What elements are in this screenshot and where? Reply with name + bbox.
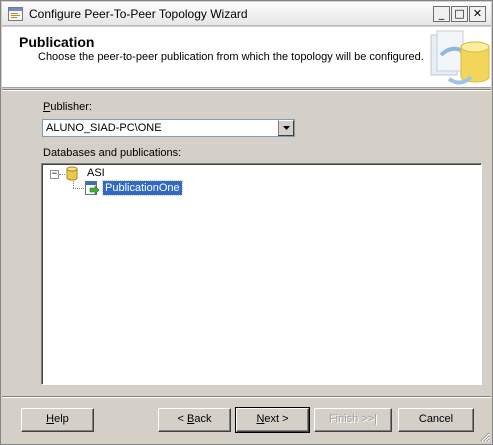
tree-item-database[interactable]: ASI (87, 167, 105, 179)
tree-item-publication[interactable]: PublicationOne (102, 180, 183, 196)
page-subtitle: Choose the peer-to-peer publication from… (38, 51, 424, 63)
databases-label: Databases and publications: (43, 147, 182, 159)
cancel-button[interactable]: Cancel (398, 408, 474, 432)
minimize-button[interactable]: _ (433, 6, 450, 22)
publisher-label: Publisher: (43, 101, 92, 113)
resize-grip-icon[interactable] (478, 430, 490, 442)
window-title: Configure Peer-To-Peer Topology Wizard (29, 7, 248, 21)
tree-connector (59, 174, 65, 175)
title-bar[interactable]: Configure Peer-To-Peer Topology Wizard _… (2, 2, 491, 26)
databases-tree[interactable]: − ASI PublicationOne (41, 163, 482, 385)
tree-connector (73, 188, 84, 189)
publisher-label-text: Publisher: (43, 101, 92, 113)
database-icon (66, 166, 78, 181)
page-title: Publication (19, 34, 95, 50)
help-button[interactable]: Help (21, 408, 94, 432)
wizard-app-icon (8, 7, 23, 21)
close-button[interactable]: ✕ (469, 6, 486, 22)
header-banner: Publication Choose the peer-to-peer publ… (2, 27, 491, 88)
finish-button: Finish >>| (314, 408, 392, 432)
wizard-window: Configure Peer-To-Peer Topology Wizard _… (0, 0, 493, 445)
publisher-dropdown[interactable]: ALUNO_SIAD-PC\ONE (42, 119, 295, 137)
banner-database-icon (429, 29, 491, 87)
banner-divider (2, 89, 491, 91)
publication-icon (84, 180, 100, 196)
next-button[interactable]: Next > (235, 407, 310, 433)
tree-connector (73, 181, 74, 188)
dropdown-arrow-icon[interactable] (278, 120, 294, 136)
collapse-toggle[interactable]: − (50, 170, 59, 179)
footer-separator (2, 396, 491, 398)
back-button[interactable]: < Back (158, 408, 231, 432)
maximize-button[interactable]: □ (451, 6, 468, 22)
publisher-value: ALUNO_SIAD-PC\ONE (46, 122, 162, 134)
